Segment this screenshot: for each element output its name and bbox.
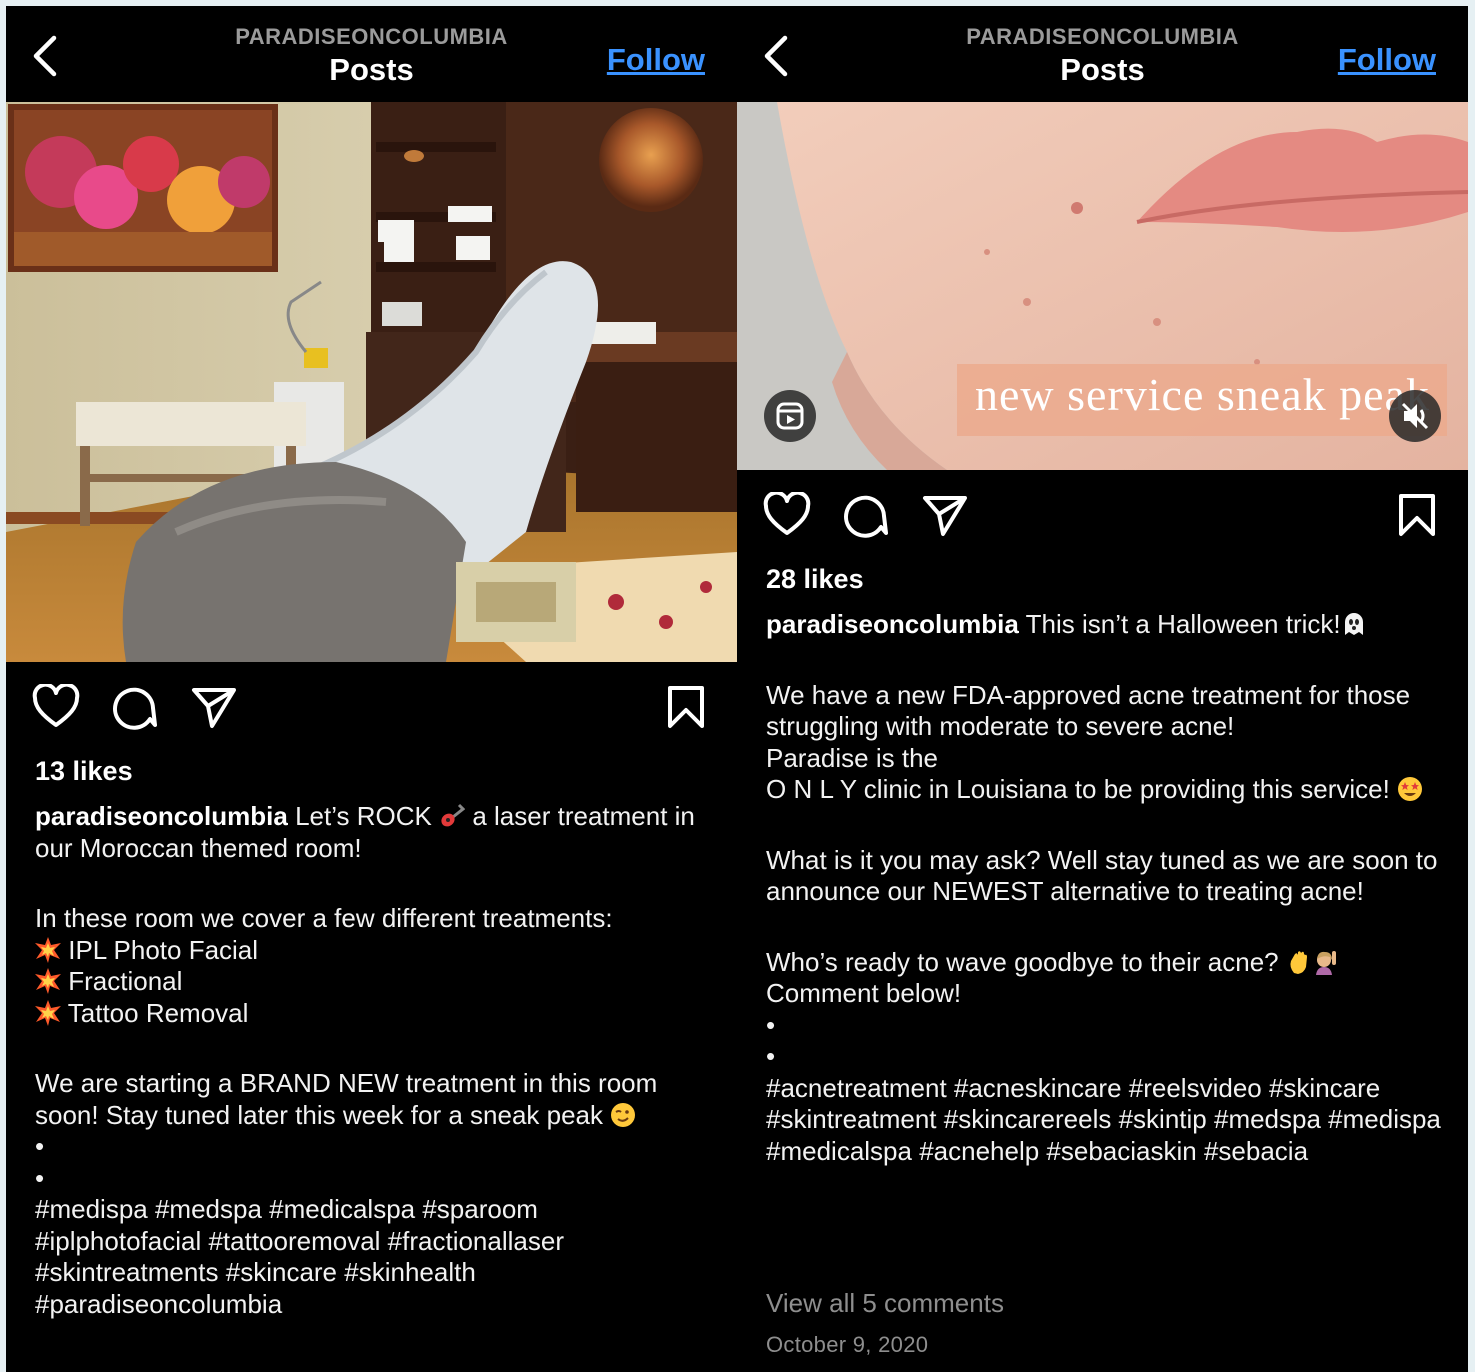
heart-icon[interactable] (763, 492, 811, 538)
list-item-text: Fractional (68, 966, 183, 996)
view-comments-link[interactable]: View all 5 comments (766, 1288, 1004, 1319)
post-actions (6, 684, 737, 736)
follow-button[interactable]: Follow (1338, 42, 1436, 78)
mute-icon[interactable] (1389, 390, 1441, 442)
wink-emoji (611, 1102, 636, 1127)
person-raising-hand-emoji (1315, 950, 1336, 975)
share-icon[interactable] (190, 684, 238, 730)
bookmark-icon[interactable] (1395, 492, 1439, 538)
post-actions (737, 492, 1468, 544)
caption-paragraph: O N L Y clinic in Louisiana to be provid… (766, 774, 1390, 804)
heart-icon[interactable] (32, 684, 80, 730)
caption-dot: • (35, 1131, 45, 1161)
list-item: Fractional (35, 966, 711, 998)
post-header: PARADISEONCOLUMBIA Posts Follow (6, 6, 737, 102)
comment-icon[interactable] (841, 492, 889, 538)
caption-paragraph: What is it you may ask? Well stay tuned … (766, 844, 1438, 907)
star-struck-emoji (1398, 777, 1423, 801)
post-caption: paradiseoncolumbia Let’s ROCK a laser tr… (35, 801, 711, 1320)
list-item-text: IPL Photo Facial (68, 934, 259, 965)
collision-emoji (35, 936, 61, 963)
post-panel-left: PARADISEONCOLUMBIA Posts Follow 13 likes… (6, 6, 737, 1372)
post-header: PARADISEONCOLUMBIA Posts Follow (737, 6, 1468, 102)
post-caption: paradiseoncolumbia This isn’t a Hallowee… (766, 609, 1442, 1167)
follow-button[interactable]: Follow (607, 42, 705, 78)
caption-paragraph: Who’s ready to wave goodbye to their acn… (766, 946, 1279, 977)
collision-emoji (35, 999, 61, 1026)
video-overlay-text: new service sneak peak (975, 369, 1430, 420)
video-overlay-caption: new service sneak peak (957, 364, 1447, 436)
caption-paragraph: We are starting a BRAND NEW treatment in… (35, 1068, 658, 1130)
caption-line: This isn’t a Halloween trick! (1025, 609, 1341, 639)
comment-icon[interactable] (110, 684, 158, 730)
caption-paragraph: We have a new FDA-approved acne treatmen… (766, 679, 1411, 742)
caption-hashtags[interactable]: #acnetreatment #acneskincare #reelsvideo… (766, 1073, 1442, 1168)
list-item: Tattoo Removal (35, 998, 711, 1030)
caption-dot: • (766, 1041, 776, 1071)
caption-dot: • (35, 1162, 45, 1193)
ghost-emoji (1344, 613, 1363, 635)
caption-hashtags[interactable]: #medispa #medspa #medicalspa #sparoom #i… (35, 1194, 711, 1320)
post-video-face-closeup[interactable]: new service sneak peak (737, 102, 1468, 470)
list-item: IPL Photo Facial (35, 935, 711, 967)
caption-dot: • (766, 1009, 776, 1040)
post-image-treatment-room[interactable] (6, 102, 737, 662)
waving-hand-emoji (1290, 950, 1307, 974)
caption-line: Let’s ROCK (295, 801, 432, 831)
guitar-emoji (441, 803, 466, 827)
reel-icon[interactable] (764, 390, 816, 442)
post-panel-right: PARADISEONCOLUMBIA Posts Follow new serv… (737, 6, 1468, 1372)
caption-paragraph: In these room we cover a few different t… (35, 903, 613, 933)
caption-username[interactable]: paradiseoncolumbia (766, 609, 1019, 639)
caption-paragraph: Paradise is the (766, 742, 938, 773)
likes-count[interactable]: 28 likes (766, 564, 864, 595)
bookmark-icon[interactable] (664, 684, 708, 730)
caption-username[interactable]: paradiseoncolumbia (35, 801, 288, 831)
list-item-text: Tattoo Removal (67, 997, 249, 1028)
likes-count[interactable]: 13 likes (35, 756, 133, 787)
caption-paragraph: Comment below! (766, 978, 962, 1008)
share-icon[interactable] (921, 492, 969, 538)
post-date: October 9, 2020 (766, 1332, 929, 1357)
collision-emoji (35, 968, 61, 994)
